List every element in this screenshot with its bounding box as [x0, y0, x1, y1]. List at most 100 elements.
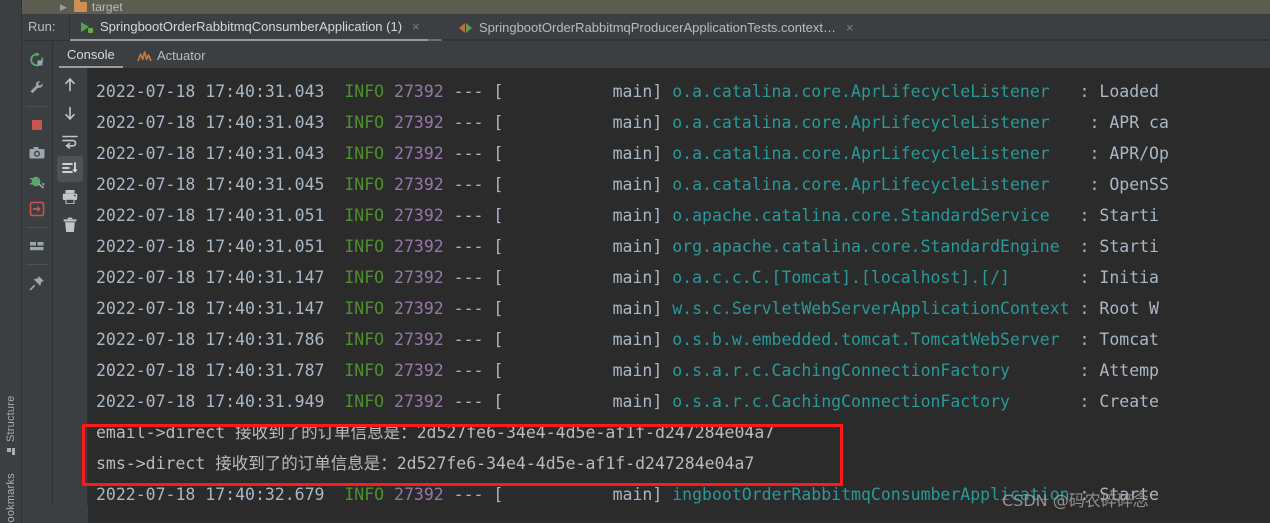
toolbar-divider	[26, 264, 48, 265]
close-icon[interactable]: ×	[412, 19, 420, 34]
log-gray-segment: main]	[503, 113, 673, 132]
console-log-line: 2022-07-18 17:40:31.786 INFO 27392 --- […	[88, 324, 1270, 355]
log-pid-segment: 27392	[394, 206, 444, 225]
log-gray-segment: 2022-07-18 17:40:31.949	[96, 392, 345, 411]
exit-button[interactable]	[24, 196, 50, 222]
log-pid-segment: 27392	[394, 237, 444, 256]
console-output[interactable]: 2022-07-18 17:40:31.043 INFO 27392 --- […	[88, 68, 1270, 523]
log-gray-segment: 2022-07-18 17:40:31.045	[96, 175, 345, 194]
log-msg-segment: OpenSS	[1099, 175, 1169, 194]
arrow-down-icon	[61, 104, 79, 122]
scroll-down-button[interactable]	[57, 100, 83, 126]
tool-window-rail: Structure Bookmarks	[0, 0, 22, 523]
toolbar-divider	[26, 227, 48, 228]
log-msg-segment: APR ca	[1099, 113, 1169, 132]
log-gray-segment: :	[1069, 392, 1090, 411]
log-gray-segment: :	[1079, 175, 1100, 194]
log-info-segment: INFO	[344, 361, 385, 380]
log-msg-segment: Root W	[1089, 299, 1159, 318]
clear-all-button[interactable]	[57, 212, 83, 238]
console-log-line: 2022-07-18 17:40:31.949 INFO 27392 --- […	[88, 386, 1270, 417]
log-gray-segment: main]	[503, 175, 673, 194]
log-gray-segment	[384, 268, 394, 287]
exit-arrow-icon	[28, 200, 46, 218]
breadcrumb-label: target	[91, 0, 123, 14]
console-log-line: 2022-07-18 17:40:31.051 INFO 27392 --- […	[88, 231, 1270, 262]
log-info-segment: INFO	[344, 330, 385, 349]
camera-icon	[28, 144, 46, 162]
toolbar-divider	[26, 106, 48, 107]
close-icon[interactable]: ×	[846, 20, 854, 35]
log-class-segment: w.s.c.ServletWebServerApplicationContext	[672, 299, 1070, 318]
log-pid-segment: 27392	[394, 175, 444, 194]
log-class-segment: o.s.a.r.c.CachingConnectionFactory	[672, 392, 1070, 411]
log-pid-segment: 27392	[394, 330, 444, 349]
log-gray-segment: :	[1069, 82, 1090, 101]
log-pid-segment: 27392	[394, 392, 444, 411]
breadcrumb[interactable]: ▶ target	[22, 0, 1270, 14]
scroll-up-button[interactable]	[57, 72, 83, 98]
rerun-button[interactable]	[24, 47, 50, 73]
log-gray-segment: --- [	[443, 299, 504, 318]
log-class-segment: o.a.catalina.core.AprLifecycleListener	[672, 175, 1080, 194]
rail-item-structure[interactable]: Structure	[0, 370, 22, 455]
log-msg-segment: Starti	[1089, 206, 1159, 225]
log-info-segment: INFO	[344, 113, 385, 132]
console-log-line: 2022-07-18 17:40:31.043 INFO 27392 --- […	[88, 138, 1270, 169]
bug-icon	[28, 172, 46, 190]
log-class-segment: o.s.a.r.c.CachingConnectionFactory	[672, 361, 1070, 380]
log-gray-segment: :	[1069, 299, 1090, 318]
log-gray-segment: 2022-07-18 17:40:31.051	[96, 206, 345, 225]
rail-structure-label: Structure	[5, 395, 17, 442]
folder-icon	[73, 0, 87, 12]
log-gray-segment	[384, 330, 394, 349]
log-info-segment: INFO	[344, 144, 385, 163]
print-button[interactable]	[57, 184, 83, 210]
layout-button[interactable]	[24, 233, 50, 259]
pin-button[interactable]	[24, 270, 50, 296]
console-log-line: 2022-07-18 17:40:31.147 INFO 27392 --- […	[88, 293, 1270, 324]
breadcrumb-target[interactable]: ▶ target	[60, 0, 123, 14]
log-gray-segment: main]	[503, 144, 673, 163]
printer-icon	[61, 188, 79, 206]
log-gray-segment: main]	[503, 485, 673, 504]
log-gray-segment: 2022-07-18 17:40:31.043	[96, 82, 345, 101]
actuator-icon	[137, 50, 152, 62]
run-tab-consumber-application[interactable]: SpringbootOrderRabbitmqConsumberApplicat…	[70, 14, 428, 41]
log-gray-segment: 2022-07-18 17:40:31.787	[96, 361, 345, 380]
soft-wrap-button[interactable]	[57, 128, 83, 154]
run-tab-bar: Run: SpringbootOrderRabbitmqConsumberApp…	[22, 14, 1270, 42]
log-gray-segment	[384, 299, 394, 318]
log-info-segment: INFO	[344, 392, 385, 411]
log-gray-segment: main]	[503, 361, 673, 380]
tab-console[interactable]: Console	[59, 43, 123, 68]
log-gray-segment: main]	[503, 330, 673, 349]
console-log-line: 2022-07-18 17:40:31.051 INFO 27392 --- […	[88, 200, 1270, 231]
log-gray-segment: :	[1069, 361, 1090, 380]
log-pid-segment: 27392	[394, 485, 444, 504]
console-log-line: 2022-07-18 17:40:31.043 INFO 27392 --- […	[88, 76, 1270, 107]
log-info-segment: INFO	[344, 206, 385, 225]
log-class-segment: o.a.catalina.core.AprLifecycleListener	[672, 82, 1070, 101]
scroll-to-end-button[interactable]	[57, 156, 83, 182]
log-gray-segment: :	[1069, 268, 1090, 287]
log-pid-segment: 27392	[394, 113, 444, 132]
console-message-line: sms->direct 接收到了的订单信息是：2d527fe6-34e4-4d5…	[96, 454, 755, 473]
log-gray-segment	[384, 361, 394, 380]
rail-item-bookmarks[interactable]: Bookmarks	[0, 452, 22, 523]
log-msg-segment: Create	[1089, 392, 1159, 411]
debug-button[interactable]	[24, 168, 50, 194]
screenshot-button[interactable]	[24, 140, 50, 166]
tab-actuator[interactable]: Actuator	[129, 43, 213, 68]
stop-button[interactable]	[24, 112, 50, 138]
console-lines: 2022-07-18 17:40:31.043 INFO 27392 --- […	[88, 68, 1270, 510]
console-log-line: 2022-07-18 17:40:31.147 INFO 27392 --- […	[88, 262, 1270, 293]
run-green-icon	[80, 20, 94, 34]
arrow-up-icon	[61, 76, 79, 94]
log-gray-segment: --- [	[443, 206, 504, 225]
log-gray-segment: 2022-07-18 17:40:31.147	[96, 268, 345, 287]
rerun-icon	[28, 51, 46, 69]
settings-button[interactable]	[24, 75, 50, 101]
bottom-strip	[22, 506, 88, 523]
run-tab-producer-application-tests[interactable]: SpringbootOrderRabbitmqProducerApplicati…	[449, 14, 862, 41]
